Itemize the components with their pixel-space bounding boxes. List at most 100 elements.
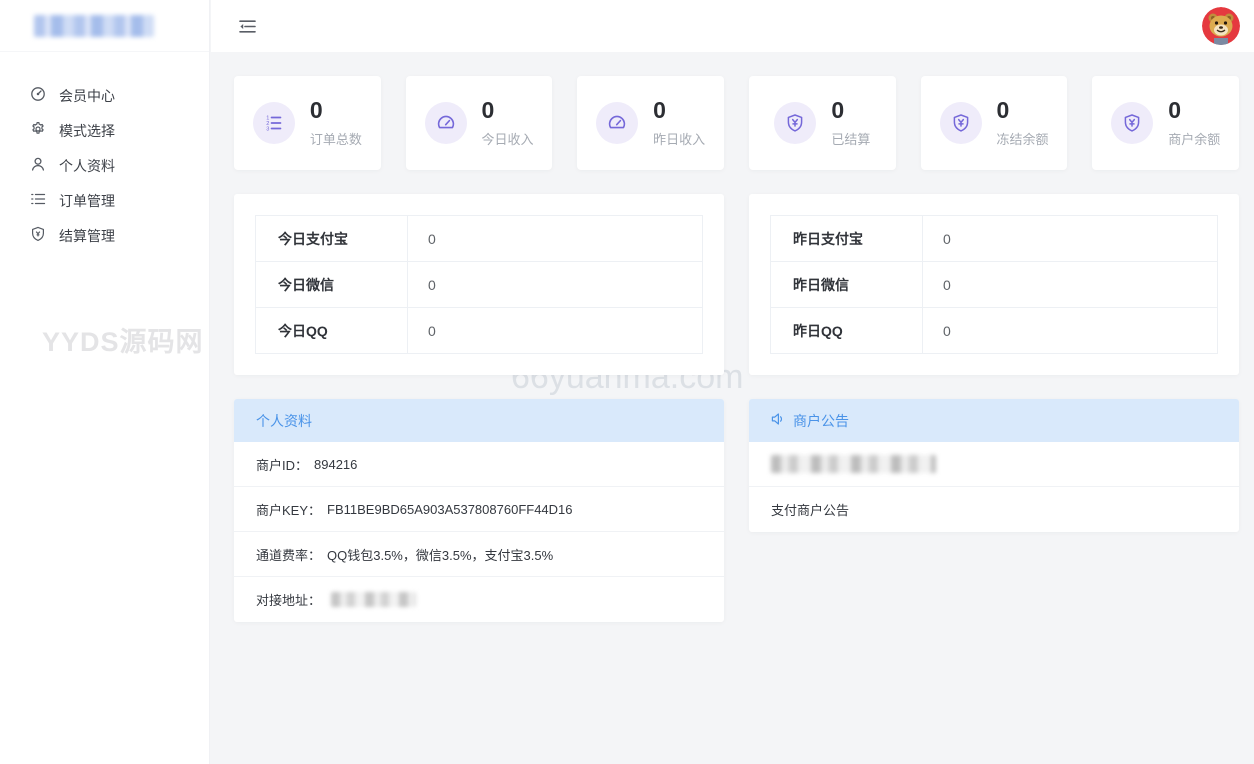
gear-icon: [30, 121, 46, 140]
profile-row-merchant-id: 商户ID： 894216: [234, 442, 724, 487]
stat-text: 0 订单总数: [310, 98, 362, 147]
list-icon: [30, 191, 46, 210]
shield-icon: [30, 226, 46, 245]
stat-value: 0: [831, 97, 845, 124]
sidebar-item-mode-select[interactable]: 模式选择: [0, 113, 209, 148]
profile-panel: 个人资料 商户ID： 894216 商户KEY： FB11BE9BD65A903…: [234, 399, 724, 622]
stat-label: 冻结余额: [996, 131, 1049, 147]
announcement-row-redacted: [749, 442, 1239, 487]
profile-row-channel-rates: 通道费率： QQ钱包3.5%，微信3.5%，支付宝3.5%: [234, 532, 724, 577]
stat-card-frozen-balance: 0 冻结余额: [920, 76, 1068, 170]
svg-text:3: 3: [266, 127, 269, 133]
ordered-list-icon: 1 2 3: [252, 102, 295, 144]
stat-text: 0 商户余额: [1168, 98, 1220, 147]
announcement-row: 支付商户公告: [749, 487, 1239, 532]
shield-yuan-icon: [939, 102, 982, 144]
stat-card-today-income: 0 今日收入: [405, 76, 553, 170]
stat-value: 0: [653, 97, 666, 124]
row-label: 今日QQ: [255, 307, 408, 354]
sidebar-item-profile[interactable]: 个人资料: [0, 148, 209, 183]
stat-label: 订单总数: [309, 131, 362, 147]
table-row: 昨日微信 0: [770, 261, 1218, 308]
user-avatar[interactable]: [1202, 7, 1240, 45]
row-value: FB11BE9BD65A903A537808760FF44D16: [327, 501, 573, 517]
stat-text: 0 昨日收入: [653, 98, 705, 147]
sidebar-item-label: 订单管理: [59, 192, 115, 209]
row-label: 今日支付宝: [255, 215, 408, 262]
stat-label: 商户余额: [1168, 131, 1221, 147]
table-row: 今日QQ 0: [255, 307, 703, 354]
sidebar-item-member-center[interactable]: 会员中心: [0, 78, 209, 113]
announcement-panel-header: 商户公告: [749, 399, 1239, 442]
row-value: 894216: [314, 456, 358, 472]
logo-area: [0, 0, 209, 52]
row-value: 0: [922, 307, 1218, 354]
gauge-icon: [424, 102, 467, 144]
stat-value: 0: [996, 97, 1010, 124]
stat-value: 0: [309, 97, 323, 124]
stat-text: 0 今日收入: [482, 98, 534, 147]
stat-card-total-orders: 1 2 3 0 订单总数: [234, 76, 381, 170]
stat-value: 0: [481, 97, 495, 124]
main-content: 66yuanma.com 1 2 3 0 订单总数 0 今日收入 0 昨日收入 …: [211, 52, 1254, 764]
gauge-icon: [30, 86, 46, 105]
stat-label: 今日收入: [481, 131, 534, 147]
stat-card-merchant-balance: 0 商户余额: [1092, 76, 1240, 170]
table-row: 今日微信 0: [255, 261, 703, 308]
shield-yuan-icon: [1111, 102, 1154, 144]
row-label: 商户KEY：: [256, 502, 322, 518]
row-label: 今日微信: [255, 261, 408, 308]
api-address-redacted: [331, 592, 417, 607]
gauge-icon: [596, 102, 639, 144]
stat-text: 0 冻结余额: [997, 98, 1049, 147]
panel-title: 个人资料: [256, 412, 312, 429]
row-value: 0: [922, 215, 1218, 262]
bottom-row: 个人资料 商户ID： 894216 商户KEY： FB11BE9BD65A903…: [234, 399, 1239, 622]
sidebar-item-settlement[interactable]: 结算管理: [0, 218, 209, 253]
sidebar-watermark: YYDS源码网: [42, 327, 204, 357]
table-row: 昨日QQ 0: [770, 307, 1218, 354]
table-row: 昨日支付宝 0: [770, 215, 1218, 262]
summary-tables-row: 今日支付宝 0 今日微信 0 今日QQ 0 昨日支付宝 0 昨日微信 0 昨日Q…: [234, 194, 1239, 375]
today-table-panel: 今日支付宝 0 今日微信 0 今日QQ 0: [234, 194, 724, 375]
menu-fold-icon[interactable]: [234, 13, 260, 39]
sidebar-menu: 会员中心 模式选择 个人资料 订单管理 结算管理: [0, 78, 209, 253]
sidebar-item-label: 会员中心: [59, 87, 115, 104]
stat-label: 已结算: [831, 131, 871, 147]
sidebar-item-label: 结算管理: [59, 227, 115, 244]
sidebar-item-orders[interactable]: 订单管理: [0, 183, 209, 218]
yesterday-table: 昨日支付宝 0 昨日微信 0 昨日QQ 0: [770, 215, 1218, 354]
announcement-text: 支付商户公告: [771, 503, 850, 518]
profile-row-merchant-key: 商户KEY： FB11BE9BD65A903A537808760FF44D16: [234, 487, 724, 532]
topbar: [211, 0, 1254, 52]
panel-title: 商户公告: [793, 412, 849, 429]
stats-row: 1 2 3 0 订单总数 0 今日收入 0 昨日收入 0 已结算 0 冻结余额 …: [234, 76, 1240, 170]
stat-label: 昨日收入: [653, 131, 706, 147]
row-label: 通道费率：: [256, 547, 322, 563]
row-label: 昨日支付宝: [770, 215, 923, 262]
row-label: 对接地址：: [256, 593, 322, 608]
row-value: QQ钱包3.5%，微信3.5%，支付宝3.5%: [327, 547, 554, 563]
sidebar-item-label: 个人资料: [59, 157, 115, 174]
announcement-text-redacted: [771, 455, 936, 473]
row-value: 0: [407, 307, 703, 354]
stat-value: 0: [1168, 97, 1181, 124]
table-row: 今日支付宝 0: [255, 215, 703, 262]
row-value: 0: [407, 261, 703, 308]
speaker-icon: [771, 412, 785, 429]
today-table: 今日支付宝 0 今日微信 0 今日QQ 0: [255, 215, 703, 354]
shield-yuan-icon: [774, 102, 817, 144]
sidebar: 会员中心 模式选择 个人资料 订单管理 结算管理 YYDS源码网: [0, 0, 210, 764]
announcement-panel: 商户公告 支付商户公告: [749, 399, 1239, 532]
row-label: 昨日微信: [770, 261, 923, 308]
stat-card-yesterday-income: 0 昨日收入: [577, 76, 725, 170]
row-value: 0: [922, 261, 1218, 308]
logo-image-redacted: [34, 14, 154, 37]
row-value: 0: [407, 215, 703, 262]
sidebar-item-label: 模式选择: [59, 122, 115, 139]
stat-text: 0 已结算: [831, 98, 870, 147]
profile-panel-header: 个人资料: [234, 399, 724, 442]
stat-card-settled: 0 已结算: [749, 76, 896, 170]
profile-row-api-address: 对接地址：: [234, 577, 724, 622]
row-label: 昨日QQ: [770, 307, 923, 354]
